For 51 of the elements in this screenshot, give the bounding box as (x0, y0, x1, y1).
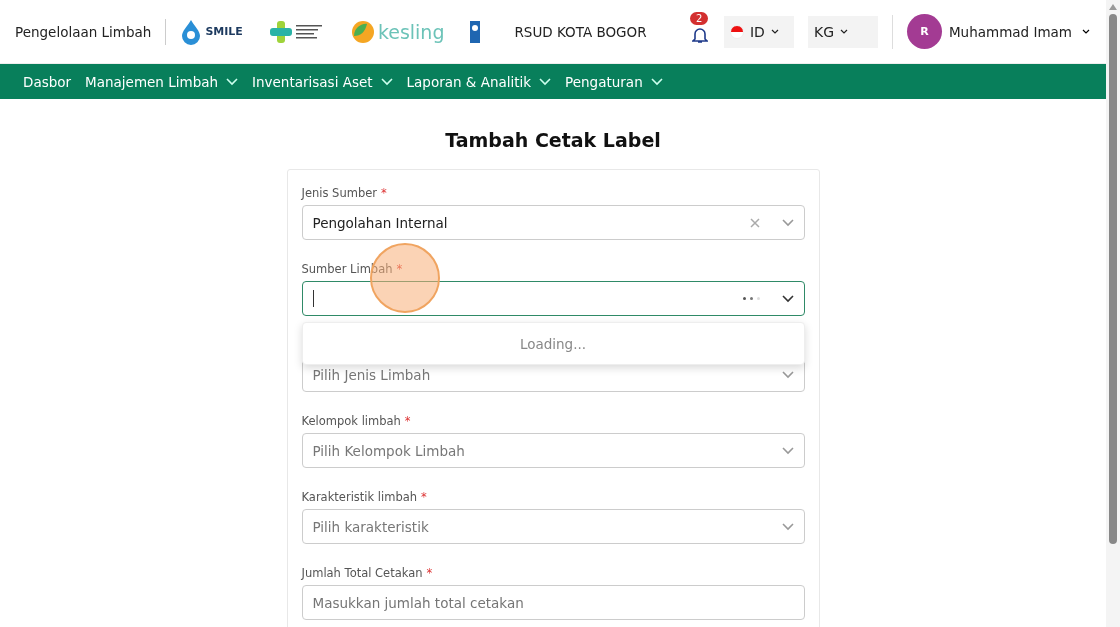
chevron-icon (840, 29, 848, 34)
user-name[interactable]: Muhammad Imam (948, 23, 1072, 40)
select-field[interactable]: Pengolahan Internal (301, 205, 805, 240)
chevron-icon (770, 29, 779, 34)
logo-text: SMILE (205, 25, 243, 38)
required-mark: * (421, 489, 427, 504)
field-label: Jenis Sumber * (301, 184, 388, 202)
required-mark: * (396, 261, 403, 276)
field-label: Sumber Limbah * (301, 260, 404, 278)
hospital-name: RSUD KOTA BOGOR (514, 23, 647, 40)
clear-icon[interactable] (749, 217, 760, 228)
notification-badge: 2 (689, 11, 709, 25)
language-select[interactable]: ID (723, 15, 794, 48)
chevron-icon (1082, 29, 1090, 34)
required-mark: * (381, 185, 387, 200)
unit-select[interactable]: KG (807, 15, 878, 48)
notification-bell-icon[interactable] (691, 25, 708, 44)
ministry-logo (268, 19, 325, 44)
leaf-circle-icon (350, 19, 375, 44)
text-caret (312, 290, 314, 307)
nav-menu-item[interactable]: Dasbor (23, 73, 72, 90)
scroll-up-icon[interactable] (1109, 4, 1117, 10)
scrollbar[interactable] (1106, 0, 1120, 627)
field-label: Kelompok limbah * (301, 412, 412, 430)
select-field[interactable]: Pilih karakteristik (301, 509, 805, 544)
nav-menu-item[interactable]: Manajemen Limbah (85, 73, 239, 90)
flag-icon (729, 24, 744, 39)
nav-menu-item[interactable]: Pengaturan (565, 73, 663, 90)
chevron-icon (781, 370, 794, 379)
input-field[interactable]: Masukkan jumlah total cetakan (301, 585, 805, 620)
select-field[interactable] (301, 281, 805, 316)
chevron-icon (781, 522, 794, 531)
app-title: Pengelolaan Limbah (15, 18, 167, 45)
page-title: Tambah Cetak Label (445, 129, 661, 151)
loading-dots-icon (742, 297, 760, 300)
required-mark: * (404, 413, 411, 428)
chevron-icon (781, 218, 794, 227)
chevron-icon (781, 294, 794, 303)
nav-menu-item[interactable]: Laporan & Analitik (406, 73, 552, 90)
field-label: Jumlah Total Cetakan * (301, 564, 434, 582)
select-field[interactable]: Pilih Kelompok Limbah (301, 433, 805, 468)
logo-text: kesling (377, 20, 445, 43)
field-label: Karakteristik limbah * (301, 488, 428, 506)
user-avatar: R (906, 14, 942, 49)
scrollbar-thumb[interactable] (1109, 14, 1117, 544)
required-mark: * (426, 565, 433, 580)
undp-logo (470, 20, 481, 43)
loading-text: Loading... (519, 335, 587, 352)
chevron-icon (781, 446, 794, 455)
nav-menu-item[interactable]: Inventarisasi Aset (252, 73, 393, 90)
water-drop-icon (180, 18, 203, 45)
